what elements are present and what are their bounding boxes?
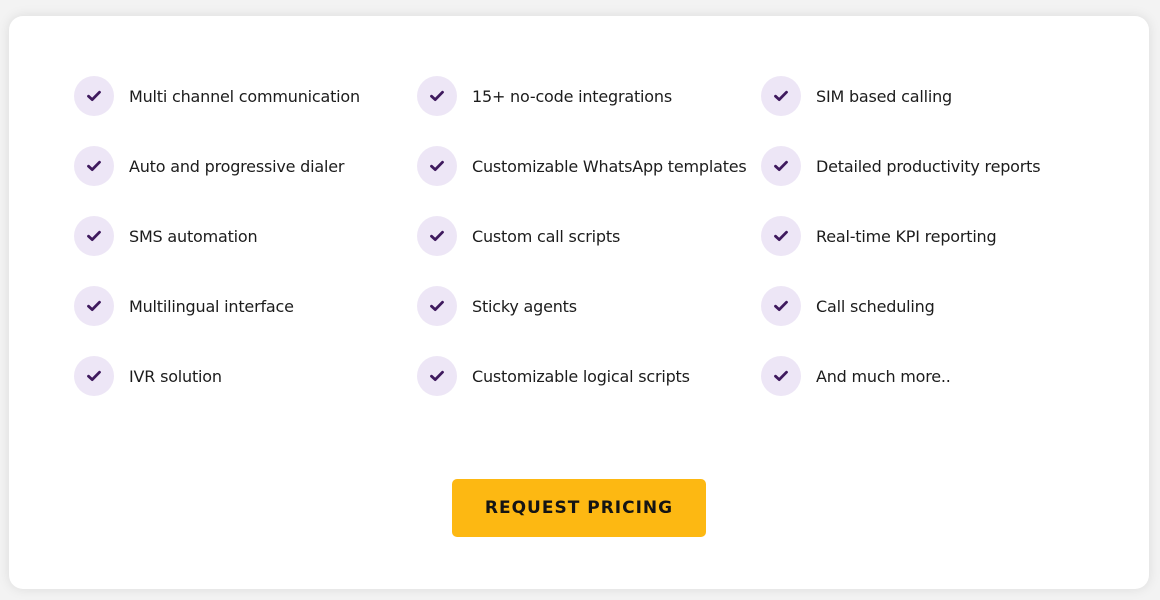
feature-label: And much more.. xyxy=(816,366,951,386)
feature-item: Multi channel communication xyxy=(74,76,417,116)
feature-item: Multilingual interface xyxy=(74,286,417,326)
feature-item: IVR solution xyxy=(74,356,417,396)
feature-label: Sticky agents xyxy=(472,296,577,316)
check-icon xyxy=(761,146,801,186)
feature-label: Customizable logical scripts xyxy=(472,366,690,386)
check-icon xyxy=(74,356,114,396)
feature-item: And much more.. xyxy=(761,356,1101,396)
check-icon xyxy=(417,216,457,256)
feature-item: Auto and progressive dialer xyxy=(74,146,417,186)
features-grid: Multi channel communication 15+ no-code … xyxy=(74,76,1101,426)
feature-label: SMS automation xyxy=(129,226,258,246)
check-icon xyxy=(417,356,457,396)
check-icon xyxy=(74,286,114,326)
check-icon xyxy=(74,146,114,186)
feature-label: Real-time KPI reporting xyxy=(816,226,997,246)
feature-item: Sticky agents xyxy=(417,286,761,326)
feature-item: Customizable WhatsApp templates xyxy=(417,146,761,186)
feature-item: Real-time KPI reporting xyxy=(761,216,1101,256)
request-pricing-button[interactable]: REQUEST PRICING xyxy=(452,479,706,537)
check-icon xyxy=(417,146,457,186)
feature-item: SIM based calling xyxy=(761,76,1101,116)
feature-item: Customizable logical scripts xyxy=(417,356,761,396)
check-icon xyxy=(761,76,801,116)
features-card: Multi channel communication 15+ no-code … xyxy=(9,16,1149,589)
feature-label: Custom call scripts xyxy=(472,226,621,246)
check-icon xyxy=(761,356,801,396)
feature-label: IVR solution xyxy=(129,366,222,386)
feature-item: 15+ no-code integrations xyxy=(417,76,761,116)
check-icon xyxy=(761,216,801,256)
feature-item: Detailed productivity reports xyxy=(761,146,1101,186)
feature-label: Customizable WhatsApp templates xyxy=(472,156,747,176)
feature-item: SMS automation xyxy=(74,216,417,256)
check-icon xyxy=(417,286,457,326)
feature-label: 15+ no-code integrations xyxy=(472,86,672,106)
feature-label: Detailed productivity reports xyxy=(816,156,1041,176)
feature-label: Multilingual interface xyxy=(129,296,294,316)
check-icon xyxy=(74,76,114,116)
feature-item: Custom call scripts xyxy=(417,216,761,256)
feature-label: Multi channel communication xyxy=(129,86,360,106)
check-icon xyxy=(74,216,114,256)
feature-label: Auto and progressive dialer xyxy=(129,156,345,176)
check-icon xyxy=(761,286,801,326)
feature-label: SIM based calling xyxy=(816,86,952,106)
feature-label: Call scheduling xyxy=(816,296,935,316)
check-icon xyxy=(417,76,457,116)
feature-item: Call scheduling xyxy=(761,286,1101,326)
